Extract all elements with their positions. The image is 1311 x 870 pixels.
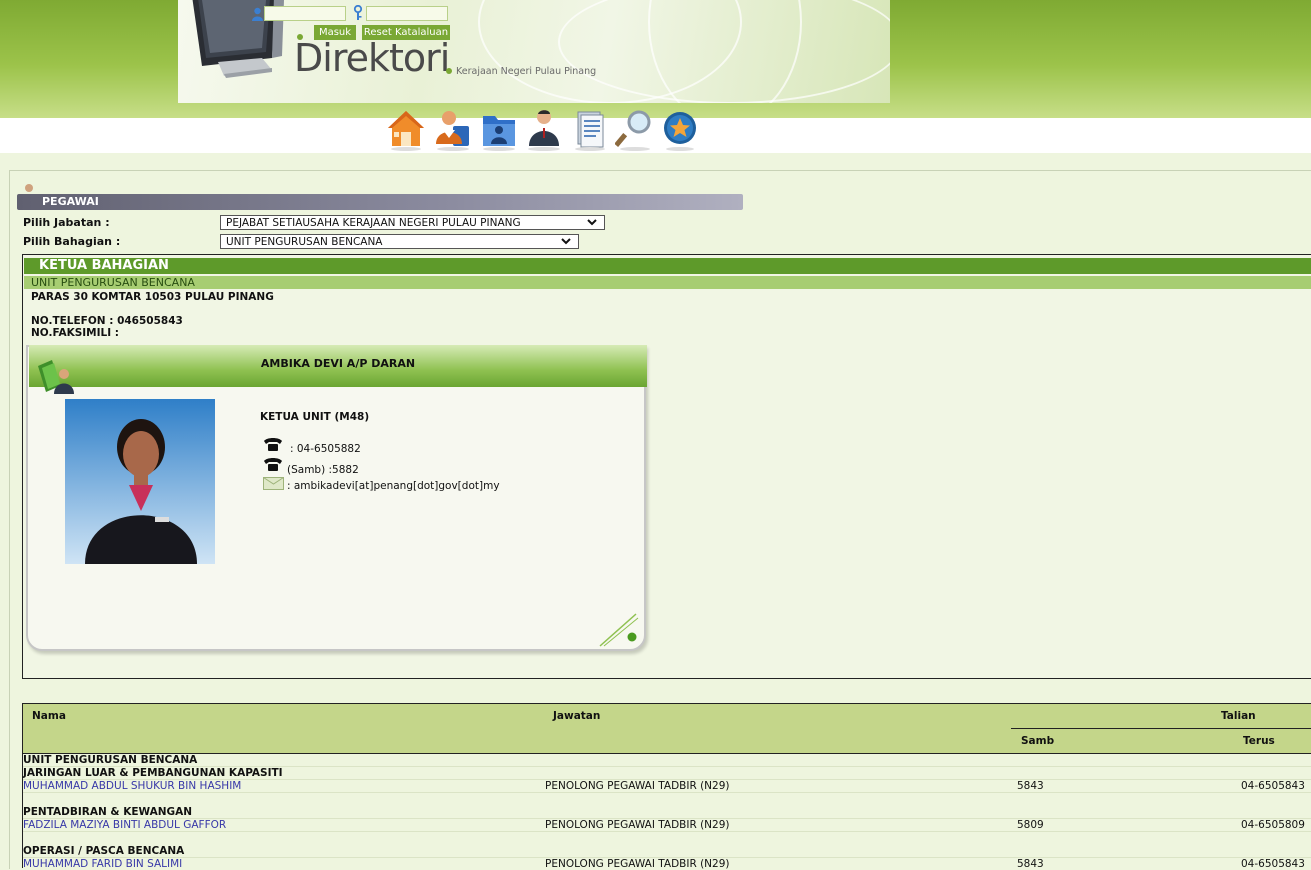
department-folder-icon[interactable] <box>479 108 519 152</box>
ketua-heading: KETUA BAHAGIAN <box>39 258 169 273</box>
table-header-row <box>23 704 1311 754</box>
staff-samb: 5843 <box>1017 858 1044 870</box>
chevron-down-icon <box>587 219 597 226</box>
telephone-icon <box>264 458 282 471</box>
logo-text: Direktori <box>294 36 450 80</box>
staff-jawatan: PENOLONG PEGAWAI TADBIR (N29) <box>545 858 730 870</box>
officer-position: KETUA UNIT (M48) <box>260 411 370 423</box>
logo-tagline: Kerajaan Negeri Pulau Pinang <box>456 66 597 77</box>
header-nama: Nama <box>32 710 66 722</box>
unit-faksimili: NO.FAKSIMILI : <box>31 327 119 339</box>
officer-book-icon <box>38 360 74 394</box>
password-input[interactable] <box>366 6 448 21</box>
header-terus: Terus <box>1243 735 1275 747</box>
officer-extension: (Samb) :5882 <box>287 464 359 476</box>
header-bottom-border <box>23 753 1311 754</box>
officer-email[interactable]: : ambikadevi[at]penang[dot]gov[dot]my <box>287 480 500 492</box>
staff-terus: 04-6505843 <box>1241 858 1305 870</box>
unit-name-bar: UNIT PENGURUSAN BENCANA <box>24 276 1311 289</box>
favorite-star-icon[interactable] <box>660 108 700 152</box>
section-header-pegawai: PEGAWAI <box>17 194 743 210</box>
nav-bar <box>0 118 1311 153</box>
card-corner-decoration <box>599 613 639 647</box>
staff-samb: 5843 <box>1017 780 1044 792</box>
staff-samb: 5809 <box>1017 819 1044 831</box>
unit-telefon: NO.TELEFON : 046505843 <box>31 315 183 327</box>
unit-name: UNIT PENGURUSAN BENCANA <box>31 276 195 289</box>
username-input[interactable] <box>264 6 346 21</box>
bahagian-label: Pilih Bahagian : <box>23 235 121 248</box>
officer-photo <box>65 399 215 564</box>
site-header: Masuk Reset Katalaluan Direktori Kerajaa… <box>0 0 1311 118</box>
bahagian-select[interactable]: UNIT PENGURUSAN BENCANA <box>220 234 579 249</box>
jabatan-label: Pilih Jabatan : <box>23 216 110 229</box>
header-jawatan: Jawatan <box>553 710 601 722</box>
table-unit-name: UNIT PENGURUSAN BENCANA <box>23 754 198 766</box>
key-icon <box>353 5 363 20</box>
row-divider <box>23 831 1311 832</box>
officer-name: AMBIKA DEVI A/P DARAN <box>260 357 416 370</box>
header-banner: Masuk Reset Katalaluan Direktori Kerajaa… <box>178 0 890 103</box>
officer-icon[interactable] <box>524 108 564 152</box>
staff-name-link[interactable]: MUHAMMAD ABDUL SHUKUR BIN HASHIM <box>23 780 241 792</box>
search-icon[interactable] <box>615 108 655 152</box>
telephone-icon <box>264 438 282 451</box>
bahagian-selected-value: UNIT PENGURUSAN BENCANA <box>226 236 383 248</box>
document-list-icon[interactable] <box>570 108 610 152</box>
chevron-down-icon <box>561 238 571 245</box>
staff-terus: 04-6505809 <box>1241 819 1305 831</box>
ketua-bahagian-header: KETUA BAHAGIAN <box>24 258 1311 274</box>
user-icon <box>252 7 263 21</box>
home-icon[interactable] <box>386 108 426 152</box>
unit-address: PARAS 30 KOMTAR 10503 PULAU PINANG <box>31 291 274 303</box>
jabatan-selected-value: PEJABAT SETIAUSAHA KERAJAAN NEGERI PULAU… <box>226 217 521 229</box>
direktori-logo: Direktori <box>294 34 452 80</box>
staff-terus: 04-6505843 <box>1241 780 1305 792</box>
mail-icon <box>263 477 284 490</box>
staff-directory-icon[interactable] <box>433 108 473 152</box>
header-samb: Samb <box>1021 735 1055 747</box>
row-divider <box>23 792 1311 793</box>
logo-dot-icon <box>297 34 303 40</box>
officer-phone: : 04-6505882 <box>290 443 361 455</box>
header-talian: Talian <box>1221 710 1256 722</box>
jabatan-select[interactable]: PEJABAT SETIAUSAHA KERAJAAN NEGERI PULAU… <box>220 215 605 230</box>
talian-divider <box>1011 728 1311 729</box>
section-title: PEGAWAI <box>42 195 99 208</box>
group-name: JARINGAN LUAR & PEMBANGUNAN KAPASITI <box>23 767 283 779</box>
group-name: PENTADBIRAN & KEWANGAN <box>23 806 193 818</box>
group-name: OPERASI / PASCA BENCANA <box>23 845 185 857</box>
staff-jawatan: PENOLONG PEGAWAI TADBIR (N29) <box>545 819 730 831</box>
staff-jawatan: PENOLONG PEGAWAI TADBIR (N29) <box>545 780 730 792</box>
staff-name-link[interactable]: MUHAMMAD FARID BIN SALIMI <box>23 858 182 870</box>
logo-dot-icon <box>446 68 452 74</box>
staff-name-link[interactable]: FADZILA MAZIYA BINTI ABDUL GAFFOR <box>23 819 226 831</box>
